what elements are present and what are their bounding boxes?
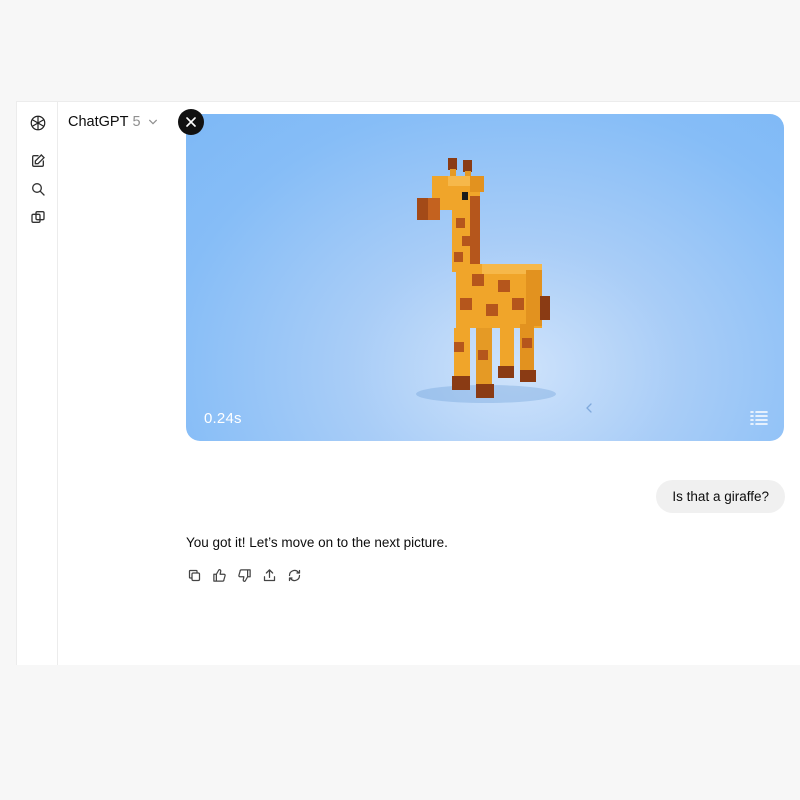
chevron-left-icon[interactable] [585,403,593,413]
thumbs-down-icon[interactable] [236,567,252,583]
model-version: 5 [132,114,141,130]
sidebar [17,102,58,665]
message-actions [186,567,302,583]
model-name: ChatGPT [68,114,129,130]
openai-logo-icon[interactable] [27,112,49,134]
thumbs-up-icon[interactable] [211,567,227,583]
generation-timer: 0.24s [204,410,242,427]
share-icon[interactable] [261,567,277,583]
assistant-message: You got it! Let’s move on to the next pi… [186,535,448,550]
chevron-down-icon [148,119,157,125]
regenerate-icon[interactable] [286,567,302,583]
model-selector[interactable]: ChatGPT 5 [68,114,158,130]
close-icon [186,117,196,127]
chat-app-window: ChatGPT 5 0.24s Is that a giraffe? You g… [16,101,800,665]
user-message: Is that a giraffe? [656,480,785,513]
new-chat-icon[interactable] [27,150,49,172]
close-image-button[interactable] [178,109,204,135]
generated-image: 0.24s [186,114,784,441]
library-icon[interactable] [27,206,49,228]
search-icon[interactable] [27,178,49,200]
list-icon[interactable] [750,410,768,426]
giraffe-illustration [416,158,556,403]
copy-icon[interactable] [186,567,202,583]
